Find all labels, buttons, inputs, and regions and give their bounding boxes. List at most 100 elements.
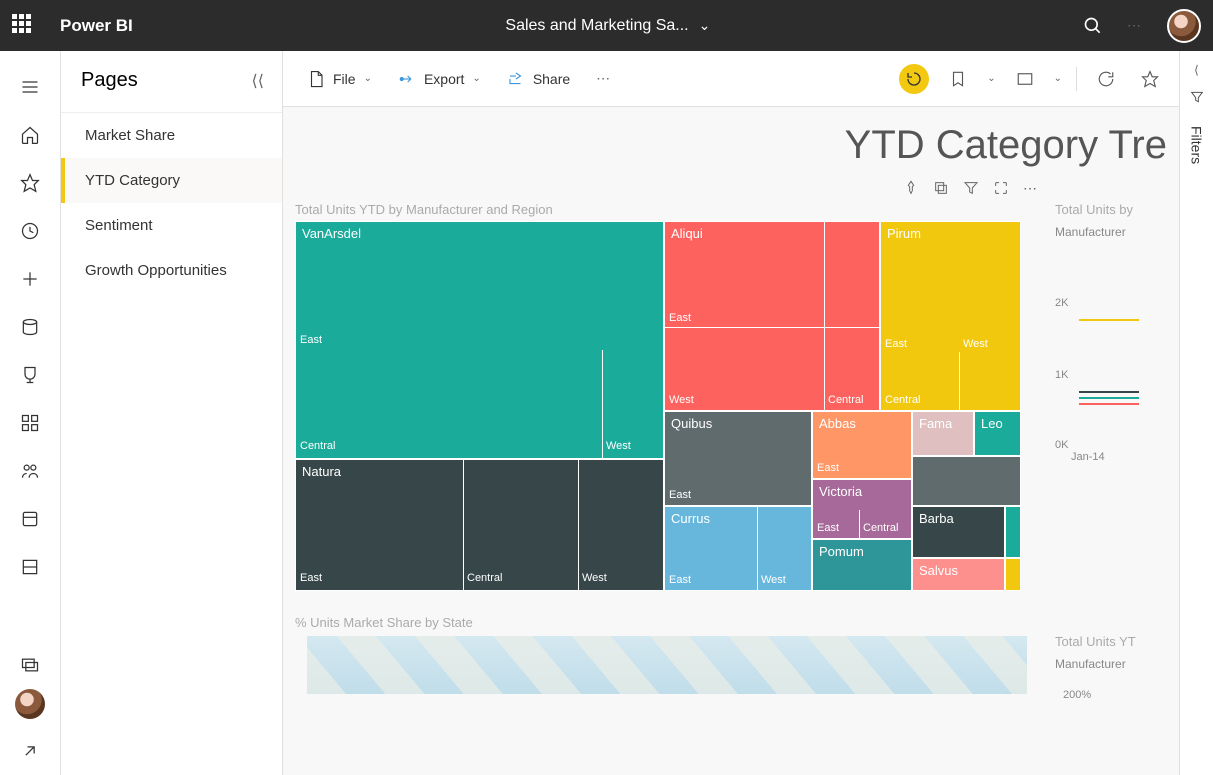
goals-icon[interactable] xyxy=(0,351,61,399)
side-chart2-title: Total Units YT xyxy=(1055,634,1167,649)
treemap-cell[interactable]: Fama xyxy=(912,411,974,456)
treemap-cell-label: VanArsdel xyxy=(302,226,361,241)
favorite-icon[interactable] xyxy=(1135,64,1165,94)
treemap-cell-label: Victoria xyxy=(819,484,862,499)
treemap-region-label: West xyxy=(669,394,694,406)
treemap-cell[interactable]: Currus East West xyxy=(664,506,812,591)
treemap-region-label: West xyxy=(963,338,988,350)
treemap-cell[interactable]: Leo xyxy=(974,411,1021,456)
treemap-region-label: Central xyxy=(467,572,502,584)
home-icon[interactable] xyxy=(0,111,61,159)
create-icon[interactable] xyxy=(0,255,61,303)
filters-icon[interactable] xyxy=(1189,89,1205,110)
toolbar-more-icon[interactable]: ⋯ xyxy=(586,64,622,93)
treemap-cell-label: Currus xyxy=(671,511,710,526)
external-link-icon[interactable] xyxy=(0,727,61,775)
filters-pane: ⟨ Filters xyxy=(1179,51,1213,775)
chevron-down-icon: ⌄ xyxy=(472,73,480,84)
menu-icon[interactable] xyxy=(0,63,61,111)
apps-icon[interactable] xyxy=(0,399,61,447)
report-title: YTD Category Tre xyxy=(283,123,1179,168)
treemap-cell-label: Natura xyxy=(302,464,341,479)
chevron-down-icon[interactable]: ⌄ xyxy=(699,17,711,34)
more-icon[interactable]: ⋯ xyxy=(1125,16,1145,36)
reset-icon[interactable] xyxy=(899,64,929,94)
treemap-region-label: Central xyxy=(300,440,335,452)
page-item-growth-opportunities[interactable]: Growth Opportunities xyxy=(61,248,282,293)
focus-icon[interactable] xyxy=(993,180,1011,198)
treemap-region-label: West xyxy=(582,572,607,584)
treemap-region-label: Central xyxy=(863,522,898,534)
report-toolbar: File ⌄ Export ⌄ Share ⋯ ⌄ ⌄ xyxy=(283,51,1179,107)
nav-rail xyxy=(0,51,61,775)
workspace-title[interactable]: Sales and Marketing Sa... xyxy=(505,17,688,35)
app-launcher-icon[interactable] xyxy=(12,14,36,38)
sparkline xyxy=(1079,397,1139,399)
avatar[interactable] xyxy=(1167,9,1201,43)
treemap-cell-label: Aliqui xyxy=(671,226,703,241)
axis-0k: 0K xyxy=(1055,439,1068,451)
chevron-down-icon[interactable]: ⌄ xyxy=(1054,73,1062,84)
treemap-region-label: West xyxy=(761,574,786,586)
treemap-cell[interactable]: Pomum xyxy=(812,539,912,591)
axis-2k: 2K xyxy=(1055,297,1167,309)
treemap-cell[interactable]: Victoria East Central xyxy=(812,479,912,539)
brand-label: Power BI xyxy=(60,16,133,36)
copy-icon[interactable] xyxy=(933,180,951,198)
bookmark-icon[interactable] xyxy=(943,64,973,94)
treemap-title: Total Units YTD by Manufacturer and Regi… xyxy=(295,202,1039,217)
learn-icon[interactable] xyxy=(0,495,61,543)
treemap-cell-label: Leo xyxy=(981,416,1003,431)
treemap-region-label: East xyxy=(669,489,691,501)
deployment-pipelines-icon[interactable] xyxy=(0,641,61,689)
side-chart2-value: 200% xyxy=(1063,689,1167,701)
treemap-cell[interactable]: Quibus East xyxy=(664,411,812,506)
map-visual[interactable] xyxy=(307,636,1027,694)
page-item-sentiment[interactable]: Sentiment xyxy=(61,203,282,248)
treemap-cell-label: Quibus xyxy=(671,416,712,431)
export-menu[interactable]: Export ⌄ xyxy=(388,64,491,94)
treemap-region-label: East xyxy=(817,522,839,534)
treemap-cell[interactable]: VanArsdelEastCentralWest xyxy=(295,221,664,459)
treemap-cell-label: Barba xyxy=(919,511,954,526)
treemap-region-label: East xyxy=(669,312,691,324)
treemap-visual[interactable]: VanArsdelEastCentralWestNaturaEastCentra… xyxy=(295,221,1021,591)
expand-filters-icon[interactable]: ⟨ xyxy=(1194,63,1199,77)
treemap-cell[interactable]: AliquiEastWestCentral xyxy=(664,221,880,411)
treemap-region-label: East xyxy=(669,574,691,586)
treemap-cell-label: Abbas xyxy=(819,416,856,431)
collapse-icon[interactable]: ⟨⟨ xyxy=(252,71,264,91)
share-button[interactable]: Share xyxy=(497,64,580,94)
treemap-cell[interactable] xyxy=(912,456,1021,506)
refresh-icon[interactable] xyxy=(1091,64,1121,94)
side-chart2-subtitle: Manufacturer xyxy=(1055,657,1167,671)
chevron-down-icon[interactable]: ⌄ xyxy=(987,73,995,84)
treemap-cell[interactable]: NaturaEastCentralWest xyxy=(295,459,664,591)
workspaces-icon[interactable] xyxy=(0,543,61,591)
treemap-cell-label: Pirum xyxy=(887,226,921,241)
filter-icon[interactable] xyxy=(963,180,981,198)
recent-icon[interactable] xyxy=(0,207,61,255)
search-icon[interactable] xyxy=(1083,16,1103,36)
treemap-cell[interactable]: Barba xyxy=(912,506,1005,558)
treemap-cell[interactable] xyxy=(1005,506,1021,558)
visual-more-icon[interactable]: ⋯ xyxy=(1023,180,1041,198)
treemap-cell[interactable] xyxy=(1005,558,1021,591)
treemap-cell[interactable]: Salvus xyxy=(912,558,1005,591)
favorites-icon[interactable] xyxy=(0,159,61,207)
side-chart-subtitle: Manufacturer xyxy=(1055,225,1167,239)
sparkline xyxy=(1079,319,1139,321)
treemap-cell[interactable]: PirumEastWestCentral xyxy=(880,221,1021,411)
filters-label[interactable]: Filters xyxy=(1189,126,1205,164)
treemap-cell[interactable]: AbbasEast xyxy=(812,411,912,479)
file-menu[interactable]: File ⌄ xyxy=(297,64,382,94)
datasets-icon[interactable] xyxy=(0,303,61,351)
page-item-ytd-category[interactable]: YTD Category xyxy=(61,158,282,203)
axis-1k: 1K xyxy=(1055,369,1167,381)
view-icon[interactable] xyxy=(1010,64,1040,94)
page-item-market-share[interactable]: Market Share xyxy=(61,113,282,158)
pin-icon[interactable] xyxy=(903,180,921,198)
sparkline xyxy=(1079,403,1139,405)
rail-avatar[interactable] xyxy=(15,689,45,719)
shared-icon[interactable] xyxy=(0,447,61,495)
